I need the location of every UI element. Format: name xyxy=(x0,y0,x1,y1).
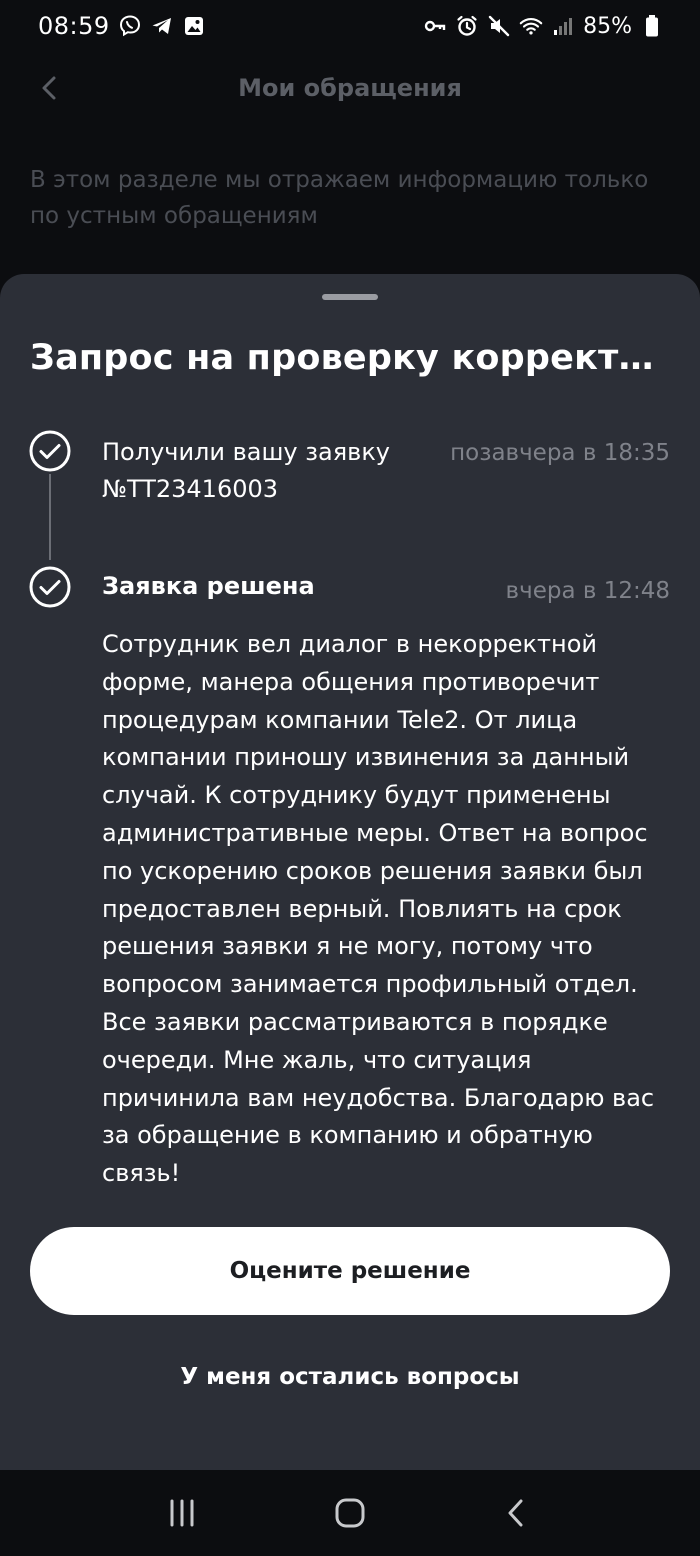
step-received-time: позавчера в 18:35 xyxy=(450,440,670,466)
alarm-icon xyxy=(455,14,479,38)
telegram-icon xyxy=(150,14,174,38)
request-details-sheet: Запрос на проверку корректност... Получи… xyxy=(0,274,700,1470)
page-header: Мои обращения xyxy=(0,56,700,120)
battery-percent: 85% xyxy=(583,13,632,39)
status-bar-right: 85% xyxy=(423,14,664,39)
key-icon xyxy=(423,14,447,38)
resolution-text: Сотрудник вел диалог в некорректной форм… xyxy=(102,630,655,1188)
viber-icon xyxy=(118,14,142,38)
status-bar-left: 08:59 xyxy=(38,12,206,40)
step-received-title: Получили вашу заявку №TT23416003 xyxy=(102,438,391,503)
timeline-connector xyxy=(49,474,51,560)
page-info-text: В этом разделе мы отражаем информацию то… xyxy=(30,167,649,229)
page-title: Мои обращения xyxy=(238,74,462,102)
status-bar: 08:59 85% xyxy=(0,0,700,52)
back-arrow-icon[interactable] xyxy=(34,72,66,104)
home-icon[interactable] xyxy=(330,1493,370,1533)
system-nav-bar xyxy=(0,1470,700,1556)
more-questions-link[interactable]: У меня остались вопросы xyxy=(0,1364,700,1390)
sheet-drag-handle[interactable] xyxy=(322,294,378,300)
wifi-icon xyxy=(519,14,543,38)
back-icon[interactable] xyxy=(497,1493,537,1533)
step-resolved-title: Заявка решена xyxy=(102,572,315,600)
gallery-icon xyxy=(182,14,206,38)
sheet-title: Запрос на проверку корректност... xyxy=(30,338,670,378)
rate-solution-button[interactable]: Оцените решение xyxy=(30,1227,670,1315)
signal-icon xyxy=(551,14,575,38)
mute-icon xyxy=(487,14,511,38)
check-circle-icon xyxy=(29,566,71,608)
recents-icon[interactable] xyxy=(163,1493,203,1533)
check-circle-icon xyxy=(29,430,71,472)
status-time: 08:59 xyxy=(38,12,110,40)
battery-icon xyxy=(640,14,664,38)
step-resolved-time: вчера в 12:48 xyxy=(505,578,670,604)
